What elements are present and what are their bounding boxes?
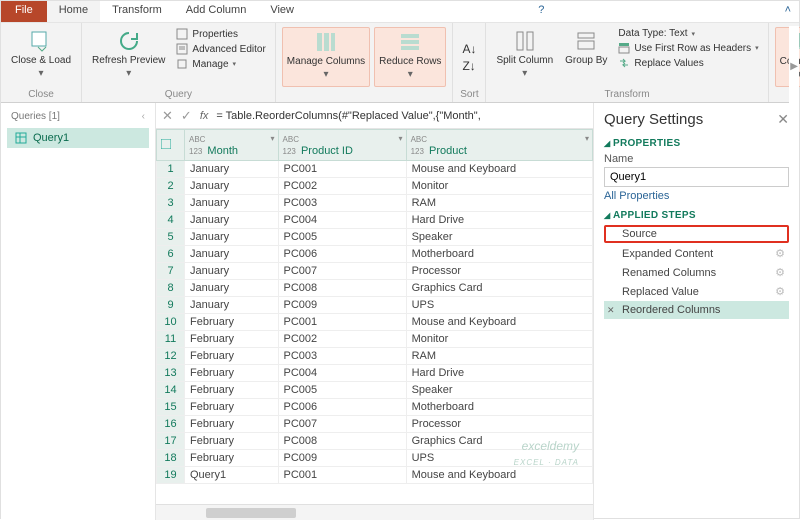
properties-header[interactable]: PROPERTIES bbox=[604, 138, 789, 149]
table-row[interactable]: 2JanuaryPC002Monitor bbox=[157, 178, 593, 195]
fx-icon[interactable]: fx bbox=[200, 110, 209, 122]
sort-asc-button[interactable]: A↓ bbox=[459, 41, 479, 57]
advanced-editor-button[interactable]: Advanced Editor bbox=[173, 42, 268, 56]
step-expanded-content[interactable]: Expanded Content⚙ bbox=[604, 244, 789, 263]
settings-title: Query Settings bbox=[604, 111, 703, 128]
row-number[interactable]: 14 bbox=[157, 382, 185, 399]
row-number[interactable]: 2 bbox=[157, 178, 185, 195]
row-number[interactable]: 15 bbox=[157, 399, 185, 416]
manage-button[interactable]: Manage ▾ bbox=[173, 57, 268, 71]
first-row-headers-button[interactable]: Use First Row as Headers ▾ bbox=[615, 41, 761, 55]
table-row[interactable]: 11FebruaryPC002Monitor bbox=[157, 331, 593, 348]
row-number[interactable]: 9 bbox=[157, 297, 185, 314]
corner-cell[interactable] bbox=[157, 130, 185, 161]
formula-text[interactable]: = Table.ReorderColumns(#"Replaced Value"… bbox=[216, 110, 480, 122]
row-number[interactable]: 12 bbox=[157, 348, 185, 365]
table-row[interactable]: 9JanuaryPC009UPS bbox=[157, 297, 593, 314]
row-number[interactable]: 13 bbox=[157, 365, 185, 382]
replace-values-button[interactable]: Replace Values bbox=[615, 56, 761, 70]
step-replaced-value[interactable]: Replaced Value⚙ bbox=[604, 282, 789, 301]
table-row[interactable]: 1JanuaryPC001Mouse and Keyboard bbox=[157, 161, 593, 178]
table-row[interactable]: 8JanuaryPC008Graphics Card bbox=[157, 280, 593, 297]
file-tab[interactable]: File bbox=[1, 1, 47, 22]
data-type-button[interactable]: Data Type: Text ▾ bbox=[615, 27, 761, 40]
manage-columns-button[interactable]: Manage Columns▾ bbox=[282, 27, 370, 87]
query-settings-pane: Query Settings ✕ PROPERTIES Name All Prop… bbox=[594, 103, 799, 520]
sort-desc-button[interactable]: Z↓ bbox=[459, 58, 479, 74]
table-row[interactable]: 12FebruaryPC003RAM bbox=[157, 348, 593, 365]
table-row[interactable]: 17FebruaryPC008Graphics Card bbox=[157, 433, 593, 450]
group-close: Close bbox=[7, 87, 75, 100]
formula-cancel-icon[interactable]: ✕ bbox=[162, 108, 173, 124]
table-row[interactable]: 16FebruaryPC007Processor bbox=[157, 416, 593, 433]
row-number[interactable]: 1 bbox=[157, 161, 185, 178]
group-query: Query bbox=[88, 87, 269, 100]
formula-accept-icon[interactable]: ✓ bbox=[181, 108, 192, 124]
split-column-button[interactable]: Split Column▾ bbox=[492, 27, 557, 87]
group-by-button[interactable]: Group By bbox=[561, 27, 611, 87]
properties-button[interactable]: Properties bbox=[173, 27, 268, 41]
col-product-id[interactable]: ABC123 Product ID▾ bbox=[278, 130, 406, 161]
table-row[interactable]: 13FebruaryPC004Hard Drive bbox=[157, 365, 593, 382]
gear-icon[interactable]: ⚙ bbox=[775, 247, 785, 260]
queries-pane: Queries [1] ‹ Query1 bbox=[1, 103, 156, 520]
formula-bar: ✕ ✓ fx = Table.ReorderColumns(#"Replaced… bbox=[156, 103, 593, 129]
row-number[interactable]: 18 bbox=[157, 450, 185, 467]
query-name-input[interactable] bbox=[604, 167, 789, 187]
gear-icon[interactable]: ⚙ bbox=[775, 285, 785, 298]
step-source[interactable]: Source bbox=[604, 225, 789, 243]
row-number[interactable]: 3 bbox=[157, 195, 185, 212]
row-number[interactable]: 6 bbox=[157, 246, 185, 263]
table-row[interactable]: 15FebruaryPC006Motherboard bbox=[157, 399, 593, 416]
ribbon-scroll-right[interactable]: ▶ bbox=[789, 26, 799, 107]
step-reordered-columns[interactable]: Reordered Columns bbox=[604, 301, 789, 319]
applied-steps-header[interactable]: APPLIED STEPS bbox=[604, 210, 789, 221]
table-row[interactable]: 10FebruaryPC001Mouse and Keyboard bbox=[157, 314, 593, 331]
table-row[interactable]: 14FebruaryPC005Speaker bbox=[157, 382, 593, 399]
col-product[interactable]: ABC123 Product▾ bbox=[406, 130, 592, 161]
row-number[interactable]: 7 bbox=[157, 263, 185, 280]
all-properties-link[interactable]: All Properties bbox=[604, 190, 789, 202]
table-row[interactable]: 7JanuaryPC007Processor bbox=[157, 263, 593, 280]
row-number[interactable]: 16 bbox=[157, 416, 185, 433]
queries-title[interactable]: Queries [1] ‹ bbox=[7, 109, 149, 128]
name-label: Name bbox=[604, 153, 789, 165]
row-number[interactable]: 11 bbox=[157, 331, 185, 348]
reduce-rows-button[interactable]: Reduce Rows▾ bbox=[374, 27, 446, 87]
row-number[interactable]: 19 bbox=[157, 467, 185, 484]
table-row[interactable]: 18FebruaryPC009UPS bbox=[157, 450, 593, 467]
horizontal-scrollbar[interactable] bbox=[156, 504, 593, 520]
close-load-button[interactable]: Close & Load▾ bbox=[7, 27, 75, 87]
query-item[interactable]: Query1 bbox=[7, 128, 149, 148]
help-icon[interactable]: ? bbox=[530, 1, 552, 22]
table-row[interactable]: 5JanuaryPC005Speaker bbox=[157, 229, 593, 246]
row-number[interactable]: 4 bbox=[157, 212, 185, 229]
collapse-ribbon-icon[interactable]: ˄ bbox=[777, 1, 799, 22]
close-icon[interactable]: ✕ bbox=[777, 111, 789, 128]
ribbon: Close & Load▾ Close Refresh Preview▾ Pro… bbox=[1, 23, 799, 103]
tab-transform[interactable]: Transform bbox=[100, 1, 174, 22]
table-row[interactable]: 4JanuaryPC004Hard Drive bbox=[157, 212, 593, 229]
group-transform: Transform bbox=[492, 87, 761, 100]
group-sort: Sort bbox=[459, 87, 479, 100]
table-row[interactable]: 19Query1PC001Mouse and Keyboard bbox=[157, 467, 593, 484]
step-renamed-columns[interactable]: Renamed Columns⚙ bbox=[604, 263, 789, 282]
col-month[interactable]: ABC123 Month▾ bbox=[185, 130, 279, 161]
table-row[interactable]: 6JanuaryPC006Motherboard bbox=[157, 246, 593, 263]
row-number[interactable]: 8 bbox=[157, 280, 185, 297]
row-number[interactable]: 5 bbox=[157, 229, 185, 246]
table-icon bbox=[15, 132, 27, 144]
row-number[interactable]: 10 bbox=[157, 314, 185, 331]
data-grid[interactable]: ABC123 Month▾ ABC123 Product ID▾ ABC123 … bbox=[156, 129, 593, 504]
refresh-preview-button[interactable]: Refresh Preview▾ bbox=[88, 27, 169, 87]
table-row[interactable]: 3JanuaryPC003RAM bbox=[157, 195, 593, 212]
row-number[interactable]: 17 bbox=[157, 433, 185, 450]
tab-home[interactable]: Home bbox=[47, 1, 100, 22]
tab-add-column[interactable]: Add Column bbox=[174, 1, 259, 22]
gear-icon[interactable]: ⚙ bbox=[775, 266, 785, 279]
tab-view[interactable]: View bbox=[258, 1, 306, 22]
